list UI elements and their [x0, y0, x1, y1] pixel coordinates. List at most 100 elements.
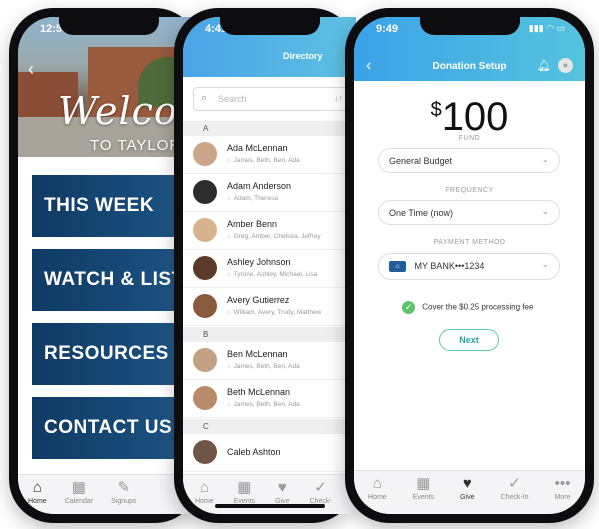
person-name: Adam Anderson	[227, 181, 292, 191]
search-input[interactable]: ⌕ Search ↓↑	[193, 87, 350, 111]
calendar-icon: ▦	[71, 479, 86, 496]
avatar	[193, 348, 217, 372]
list-item[interactable]: Avery Gutierrez ⌂ William, Avery, Trudy, …	[183, 288, 356, 326]
tab-home[interactable]: ⌂ Home	[368, 471, 387, 514]
search-icon: ⌕	[201, 92, 208, 104]
person-name: Amber Benn	[227, 219, 278, 229]
tab-bar: ⌂ Home ▦ Events ♥ Give ✓ Check-In ••• Mo…	[354, 470, 585, 514]
person-name: Ashley Johnson	[227, 257, 291, 267]
signal-battery-icons: ▮▮▮ ◠ ▭	[528, 23, 565, 33]
list-item[interactable]: Amber Benn ⌂ Greg, Amber, Chelsea, Jeffre…	[183, 212, 356, 250]
person-name: Beth McLennan	[227, 387, 291, 397]
list-item[interactable]: Beth McLennan ⌂ James, Beth, Ben, Ada	[183, 380, 356, 418]
payment-method-select[interactable]: ⌂ MY BANK•••1234 ⌄	[378, 253, 560, 280]
frequency-select[interactable]: One Time (now) ⌄	[378, 200, 560, 225]
cover-fee-checkbox[interactable]: ✓ Cover the $0.25 processing fee	[402, 301, 533, 314]
avatar	[193, 294, 217, 318]
list-item[interactable]: Ada McLennan ⌂ James, Beth, Ben, Ada	[183, 136, 356, 174]
tab-events[interactable]: ▦ Events	[234, 475, 255, 514]
frequency-label: FREQUENCY	[445, 187, 494, 194]
home-icon: ⌂	[227, 272, 231, 278]
person-name: Caleb Ashton	[227, 447, 281, 457]
sort-icon[interactable]: ↓↑	[334, 93, 343, 103]
tab-more[interactable]: ••• More	[555, 471, 571, 514]
avatar	[193, 180, 217, 204]
payment-method-value: MY BANK•••1234	[414, 261, 485, 271]
home-icon: ⌂	[372, 475, 382, 492]
directory-screen: 4:41 Directory ⌕ Search ↓↑ A Ada McLenna…	[183, 17, 356, 514]
home-icon: ⌂	[227, 234, 231, 240]
currency-symbol: $	[430, 99, 442, 121]
phone-directory: 4:41 Directory ⌕ Search ↓↑ A Ada McLenna…	[174, 8, 356, 523]
chevron-down-icon: ⌄	[541, 154, 549, 164]
cover-fee-label: Cover the $0.25 processing fee	[422, 302, 534, 312]
tab-home[interactable]: ⌂ Home	[28, 475, 47, 514]
section-header: B	[183, 327, 356, 342]
tab-give[interactable]: ♥ Give	[275, 475, 289, 514]
phone-donation: 9:49 ▮▮▮ ◠ ▭ ‹ Donation Setup 🔔︎ ● $100 …	[345, 8, 594, 523]
tab-events[interactable]: ▦ Events	[413, 471, 434, 514]
notch	[219, 17, 320, 35]
bank-icon: ⌂	[389, 261, 406, 273]
home-icon: ⌂	[227, 310, 231, 316]
home-screen: 12:53 ‹ Welco TO TAYLORS THIS WEEK WATCH…	[18, 17, 199, 514]
fund-value: General Budget	[389, 156, 453, 166]
tab-check-in[interactable]: ✓ Check-	[310, 475, 332, 514]
chevron-down-icon: ⌄	[541, 206, 549, 216]
tab-home[interactable]: ⌂ Home	[195, 475, 214, 514]
fund-label: FUND	[458, 135, 481, 142]
more-icon: •••	[554, 475, 571, 492]
payment-method-label: PAYMENT METHOD	[433, 239, 506, 246]
frequency-value: One Time (now)	[389, 208, 454, 218]
home-icon: ⌂	[227, 402, 231, 408]
bell-icon[interactable]: 🔔︎	[537, 59, 551, 72]
check-icon: ✓	[508, 475, 521, 492]
status-time: 9:49	[376, 23, 399, 35]
amount-value: 100	[441, 95, 509, 139]
search-placeholder: Search	[218, 94, 247, 104]
section-header: A	[183, 121, 356, 136]
list-item[interactable]: Ashley Johnson ⌂ Tyrone, Ashley, Michael,…	[183, 250, 356, 288]
tab-signups[interactable]: ✎ Signups	[111, 475, 136, 514]
back-icon[interactable]: ‹	[28, 59, 34, 80]
home-icon: ⌂	[227, 364, 231, 370]
give-icon: ♥	[277, 479, 287, 496]
list-item[interactable]: Adam Anderson ⌂ Adam, Theresa	[183, 174, 356, 212]
family-members: Tyrone, Ashley, Michael, Lisa	[233, 271, 318, 278]
tab-bar: ⌂ Home ▦ Events ♥ Give ✓ Check-	[183, 474, 356, 514]
avatar	[193, 218, 217, 242]
check-icon: ✓	[314, 479, 327, 496]
calendar-icon: ▦	[416, 475, 431, 492]
avatar	[193, 386, 217, 410]
family-members: James, Beth, Ben, Ada	[233, 401, 300, 408]
tab-calendar[interactable]: ▦ Calendar	[65, 475, 93, 514]
checkmark-icon: ✓	[402, 301, 415, 314]
family-members: Greg, Amber, Chelsea, Jeffrey	[233, 233, 321, 240]
app-showcase: 12:53 ‹ Welco TO TAYLORS THIS WEEK WATCH…	[0, 0, 599, 529]
give-icon: ♥	[462, 475, 472, 492]
phone-home: 12:53 ‹ Welco TO TAYLORS THIS WEEK WATCH…	[9, 8, 199, 523]
home-icon: ⌂	[227, 196, 231, 202]
family-members: James, Beth, Ben, Ada	[233, 363, 300, 370]
notch	[58, 17, 159, 35]
welcome-text: Welco	[58, 89, 178, 133]
list-item[interactable]: Caleb Ashton	[183, 434, 356, 472]
person-name: Ben McLennan	[227, 349, 288, 359]
fund-select[interactable]: General Budget ⌄	[378, 148, 560, 173]
calendar-icon: ▦	[237, 479, 252, 496]
tab-give[interactable]: ♥ Give	[460, 471, 474, 514]
avatar	[193, 440, 217, 464]
tab-check-in[interactable]: ✓ Check-In	[501, 471, 529, 514]
tab-bar: ⌂ Home ▦ Calendar ✎ Signups	[18, 474, 199, 514]
family-members: William, Avery, Trudy, Matthew	[233, 309, 322, 316]
page-title: Directory	[283, 51, 323, 61]
home-icon: ⌂	[199, 479, 209, 496]
list-item[interactable]: Ben McLennan ⌂ James, Beth, Ben, Ada	[183, 342, 356, 380]
family-members: James, Beth, Ben, Ada	[233, 157, 300, 164]
home-indicator	[214, 504, 325, 508]
person-name: Avery Gutierrez	[227, 295, 290, 305]
donation-amount[interactable]: $100	[354, 95, 585, 140]
next-button[interactable]: Next	[439, 329, 499, 351]
section-header: C	[183, 419, 356, 434]
avatar[interactable]: ●	[558, 58, 573, 73]
